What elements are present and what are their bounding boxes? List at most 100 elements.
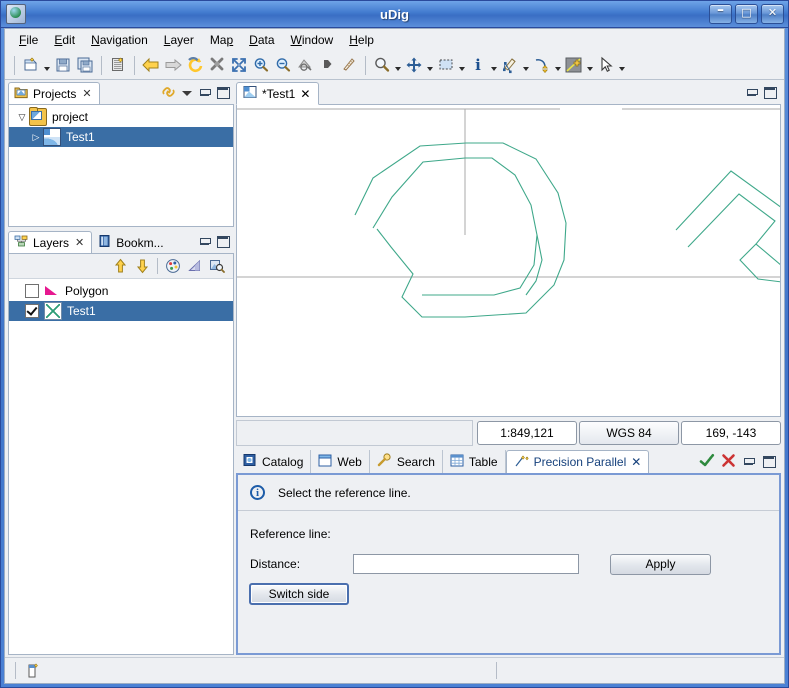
map-graphics: [237, 108, 780, 318]
close-button[interactable]: ✕: [761, 4, 784, 24]
stop-icon[interactable]: [206, 54, 228, 76]
arrow-select-dropdown-caret[interactable]: [617, 54, 627, 76]
projects-view-tools: [161, 82, 234, 104]
tab-precision-parallel[interactable]: Precision Parallel ✕: [505, 450, 650, 473]
accept-check-icon[interactable]: [699, 453, 715, 471]
tree-row-test1[interactable]: ▷ Test1: [9, 127, 233, 147]
pan-tool-icon[interactable]: [403, 54, 425, 76]
minimize-icon[interactable]: [742, 455, 756, 469]
tab-web[interactable]: Web: [311, 450, 370, 473]
close-icon[interactable]: ✕: [82, 87, 91, 100]
close-icon[interactable]: ✕: [631, 455, 641, 469]
zoom-to-layer-icon[interactable]: [207, 256, 227, 276]
selection-tool-icon[interactable]: [435, 54, 457, 76]
link-icon[interactable]: [161, 85, 176, 102]
zoom-tool-dropdown-caret[interactable]: [393, 54, 403, 76]
precision-parallel-panel: i Select the reference line. Reference l…: [236, 473, 781, 655]
menu-help[interactable]: Help: [341, 30, 382, 50]
tab-table[interactable]: Table: [443, 450, 506, 473]
zoom-layer-icon[interactable]: [294, 54, 316, 76]
window-controls: – □ ✕: [709, 3, 784, 24]
menu-layer[interactable]: Layer: [156, 30, 202, 50]
save-icon[interactable]: [52, 54, 74, 76]
layer-checkbox-polygon[interactable]: [25, 284, 39, 298]
edit-curve-icon[interactable]: [531, 54, 553, 76]
view-menu-icon[interactable]: [180, 86, 194, 100]
add-feature-icon[interactable]: [563, 54, 585, 76]
print-icon[interactable]: [107, 54, 129, 76]
minimize-icon[interactable]: [745, 86, 759, 100]
status-crs[interactable]: WGS 84: [579, 421, 679, 445]
maximize-icon[interactable]: [763, 86, 777, 100]
tab-precision-parallel-label: Precision Parallel: [533, 455, 627, 469]
back-arrow-icon[interactable]: [140, 54, 162, 76]
tab-web-label: Web: [337, 454, 362, 469]
zoom-extent-icon[interactable]: [228, 54, 250, 76]
reference-line-label: Reference line:: [250, 527, 331, 541]
zoom-in-icon[interactable]: [250, 54, 272, 76]
layer-checkbox-test1[interactable]: [25, 304, 39, 318]
tab-catalog[interactable]: Catalog: [236, 450, 312, 473]
add-feature-dropdown-caret[interactable]: [585, 54, 595, 76]
info-tool-icon[interactable]: i: [467, 54, 489, 76]
cancel-x-icon[interactable]: [721, 453, 736, 471]
forward-arrow-icon[interactable]: [162, 54, 184, 76]
arrow-select-icon[interactable]: [595, 54, 617, 76]
maximize-button[interactable]: □: [735, 4, 758, 24]
tab-search[interactable]: Search: [370, 450, 443, 473]
menu-map[interactable]: Map: [202, 30, 241, 50]
main-split: Projects ✕ ▽ project ▷ Test1 Layers ✕ Bo…: [5, 80, 784, 657]
panel-message: Select the reference line.: [278, 485, 411, 500]
menu-navigation[interactable]: Navigation: [83, 30, 156, 50]
edit-geometry-dropdown-caret[interactable]: [521, 54, 531, 76]
transparency-icon[interactable]: [185, 256, 205, 276]
tab-layers[interactable]: Layers ✕: [8, 231, 93, 253]
minimize-icon[interactable]: [198, 86, 212, 100]
zoom-tool-icon[interactable]: [371, 54, 393, 76]
maximize-icon[interactable]: [216, 235, 230, 249]
precision-parallel-icon: [514, 454, 529, 471]
menu-edit[interactable]: Edit: [46, 30, 83, 50]
edit-geometry-icon[interactable]: [499, 54, 521, 76]
layer-row-polygon[interactable]: Polygon: [9, 281, 233, 301]
tree-row-project[interactable]: ▽ project: [9, 107, 233, 127]
menu-data[interactable]: Data: [241, 30, 282, 50]
style-palette-icon[interactable]: [163, 256, 183, 276]
menu-file[interactable]: File: [11, 30, 46, 50]
distance-input[interactable]: [353, 554, 579, 574]
info-tool-dropdown-caret[interactable]: [489, 54, 499, 76]
tab-map-label: *Test1: [262, 86, 296, 101]
table-icon: [450, 454, 464, 470]
pan-tool-dropdown-caret[interactable]: [425, 54, 435, 76]
map-canvas[interactable]: [236, 105, 781, 417]
move-down-icon[interactable]: [132, 256, 152, 276]
measure-icon[interactable]: [338, 54, 360, 76]
menu-window[interactable]: Window: [283, 30, 342, 50]
pan-right-icon[interactable]: [316, 54, 338, 76]
minimize-icon[interactable]: [198, 235, 212, 249]
refresh-icon[interactable]: [184, 54, 206, 76]
new-map-dropdown-caret[interactable]: [42, 54, 52, 76]
selection-tool-dropdown-caret[interactable]: [457, 54, 467, 76]
maximize-icon[interactable]: [762, 455, 776, 469]
close-icon[interactable]: ✕: [75, 236, 84, 249]
save-all-icon[interactable]: [74, 54, 96, 76]
status-scale[interactable]: 1:849,121: [477, 421, 577, 445]
search-icon: [377, 453, 392, 470]
minimize-button[interactable]: –: [709, 3, 732, 24]
switch-side-button[interactable]: Switch side: [249, 583, 349, 605]
twisty-collapsed-icon[interactable]: ▷: [29, 132, 43, 143]
apply-button[interactable]: Apply: [610, 553, 711, 575]
tab-map-test1[interactable]: *Test1 ✕: [236, 82, 320, 105]
new-map-icon[interactable]: [20, 54, 42, 76]
move-up-icon[interactable]: [110, 256, 130, 276]
maximize-icon[interactable]: [216, 86, 230, 100]
tab-projects[interactable]: Projects ✕: [8, 82, 100, 104]
edit-curve-dropdown-caret[interactable]: [553, 54, 563, 76]
layers-tab-bar: Layers ✕ Bookm...: [8, 231, 234, 253]
tab-bookmarks[interactable]: Bookm...: [92, 231, 171, 253]
twisty-expanded-icon[interactable]: ▽: [15, 112, 29, 123]
layer-row-test1[interactable]: Test1: [9, 301, 233, 321]
zoom-out-icon[interactable]: [272, 54, 294, 76]
close-icon[interactable]: ✕: [300, 87, 310, 101]
